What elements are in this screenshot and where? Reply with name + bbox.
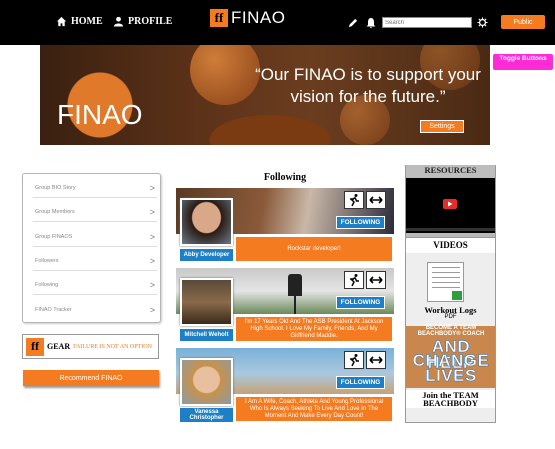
sidebar-item-group-bio[interactable]: Group BIO Story > — [33, 178, 157, 198]
excel-badge-icon — [452, 291, 462, 300]
banner-brand: FINAO — [57, 99, 143, 130]
chevron-right-icon: > — [149, 231, 155, 242]
document-line — [432, 272, 460, 273]
following-card[interactable]: Abby Developer FOLLOWING Rockstar develo… — [176, 188, 394, 263]
public-button[interactable]: Public — [501, 15, 545, 29]
resources-title: RESOURCES — [406, 165, 495, 177]
running-icon[interactable] — [344, 271, 364, 289]
group-sidebar: Group BIO Story > Group Members > Group FI… — [22, 173, 161, 323]
lamp-post-decoration — [288, 274, 302, 296]
follower-bio: I Am A Wife, Coach, Athlete And Young Pr… — [236, 397, 392, 421]
banner-quote: “Our FINAO is to support your vision for… — [255, 65, 481, 106]
sidebar-item-label: Group FINAOS — [35, 233, 73, 240]
following-title: Following — [263, 172, 307, 183]
following-button[interactable]: FOLLOWING — [336, 216, 385, 229]
sidebar-item-label: Group BIO Story — [35, 184, 76, 191]
sidebar-item-group-finaos[interactable]: Group FINAOS > — [33, 227, 157, 247]
following-button[interactable]: FOLLOWING — [336, 376, 385, 389]
nav-profile-label: PROFILE — [128, 16, 173, 27]
chevron-right-icon: > — [149, 305, 155, 315]
search-input[interactable] — [382, 17, 472, 28]
recommend-finao-button[interactable]: Recommend FINAO — [23, 370, 159, 386]
person-icon — [113, 16, 124, 27]
promo-line: LIVES — [425, 366, 477, 385]
video-progress-bar[interactable] — [406, 228, 495, 231]
avatar — [180, 198, 233, 246]
following-card[interactable]: Mitchell Weholt FOLLOWING I'm 17 Years O… — [176, 268, 394, 343]
chevron-right-icon: > — [149, 206, 155, 217]
follower-name[interactable]: Abby Developer — [180, 249, 233, 261]
finao-logo[interactable]: ff FINAO — [210, 8, 285, 28]
expand-arrows-icon[interactable] — [366, 351, 386, 369]
sidebar-item-label: Followers — [35, 257, 59, 264]
document-line — [432, 267, 460, 268]
avatar — [180, 278, 233, 326]
expand-arrows-icon[interactable] — [366, 191, 386, 209]
document-line — [432, 282, 460, 283]
sidebar-item-label: Following — [35, 281, 59, 288]
promo-heading: BECOME A TEAM BEACHBODY® COACH — [417, 325, 485, 337]
running-icon[interactable] — [344, 351, 364, 369]
finao-gear-logo-mark: ff — [26, 337, 44, 356]
sidebar-item-followers[interactable]: Followers > — [33, 251, 157, 271]
chevron-right-icon: > — [149, 182, 155, 193]
join-team-beachbody-link[interactable]: Join the TEAM BEACHBODY — [406, 390, 495, 408]
gear-brand: GEAR — [47, 342, 71, 351]
workout-log-pdf-icon[interactable] — [427, 262, 464, 302]
finao-logo-text: FINAO — [231, 8, 286, 27]
workout-logs-pdf-label: PDF — [444, 314, 457, 320]
nav-home-link[interactable]: HOME — [56, 16, 103, 27]
nav-profile-link[interactable]: PROFILE — [113, 16, 172, 27]
nav-home-label: HOME — [71, 16, 103, 27]
sidebar-item-group-members[interactable]: Group Members > — [33, 202, 157, 222]
chevron-right-icon: > — [149, 279, 155, 290]
finao-logo-mark: ff — [210, 9, 228, 27]
sidebar-item-finao-tracker[interactable]: FINAO Tracker > — [33, 300, 157, 320]
gear-tagline: FAILURE IS NOT AN OPTION — [73, 343, 152, 350]
sidebar-item-label: FINAO Tracker — [35, 307, 72, 313]
chevron-right-icon: > — [149, 255, 155, 266]
sidebar-item-following[interactable]: Following > — [33, 275, 157, 295]
following-button[interactable]: FOLLOWING — [336, 296, 385, 309]
following-card[interactable]: Vanessa Christopher FOLLOWING I Am A Wif… — [176, 348, 394, 423]
follower-bio: Rockstar developer! — [236, 237, 392, 261]
expand-arrows-icon[interactable] — [366, 271, 386, 289]
toggle-buttons-button[interactable]: Toggle Buttons — [493, 54, 553, 70]
settings-button[interactable]: Settings — [420, 120, 464, 133]
avatar — [180, 358, 233, 406]
document-line — [432, 287, 460, 288]
finao-gear-banner[interactable]: ff GEAR FAILURE IS NOT AN OPTION — [22, 334, 159, 359]
gear-icon[interactable] — [477, 17, 488, 28]
running-icon[interactable] — [344, 191, 364, 209]
follower-name[interactable]: Vanessa Christopher — [180, 408, 233, 422]
hero-banner: FINAO “Our FINAO is to support your visi… — [40, 45, 490, 145]
follower-bio: I'm 17 Years Old And The ASB President A… — [236, 317, 392, 341]
youtube-play-icon[interactable] — [443, 199, 457, 209]
pencil-icon[interactable] — [347, 18, 358, 29]
bell-icon[interactable] — [365, 17, 377, 29]
home-icon — [56, 16, 67, 27]
videos-title: VIDEOS — [406, 238, 495, 253]
lamp-post-decoration — [294, 294, 296, 314]
sidebar-item-label: Group Members — [35, 208, 75, 215]
follower-name[interactable]: Mitchell Weholt — [180, 329, 233, 341]
document-line — [432, 277, 460, 278]
